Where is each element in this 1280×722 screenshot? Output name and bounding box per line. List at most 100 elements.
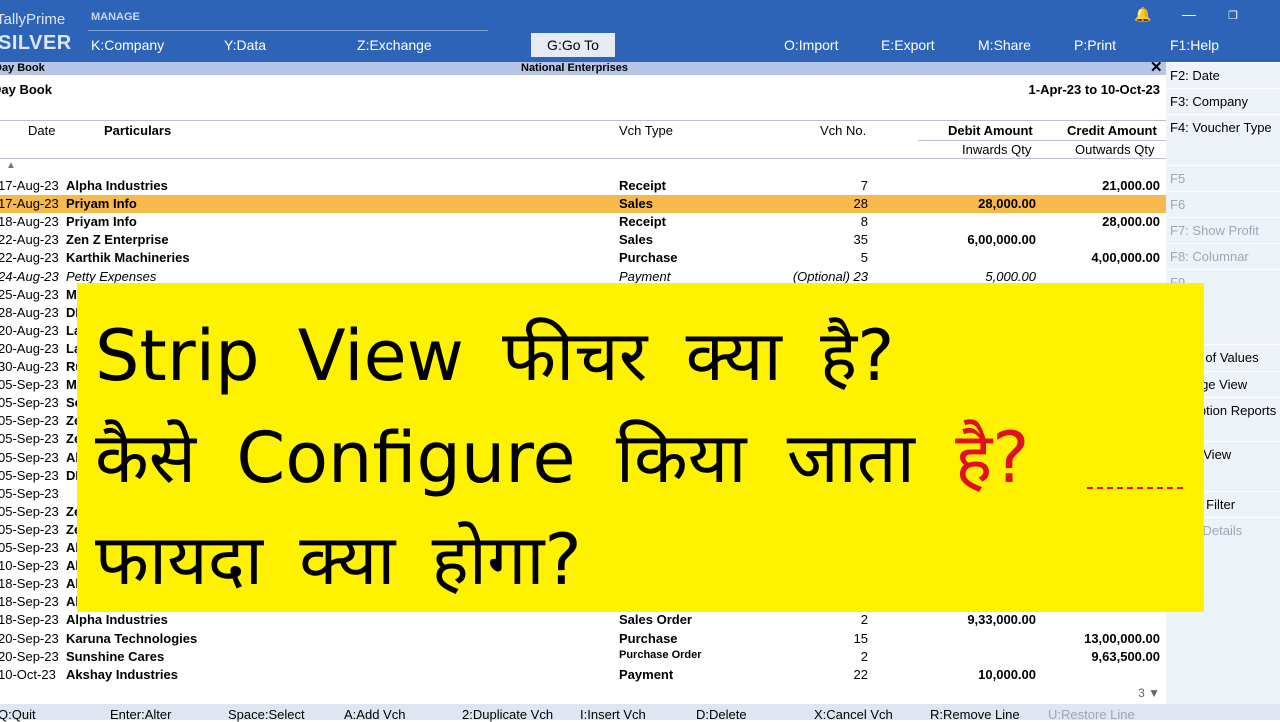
restore-icon[interactable]: ❐ bbox=[1228, 9, 1238, 22]
menu-help[interactable]: F1:Help bbox=[1170, 37, 1219, 53]
row-date: 17-Aug-23 bbox=[0, 196, 59, 211]
row-date: 30-Aug-23 bbox=[0, 359, 59, 374]
side-button-f2-date[interactable]: F2: Date bbox=[1166, 62, 1280, 87]
row-vch-no: (Optional) 23 bbox=[792, 269, 868, 284]
row-credit: 4,00,000.00 bbox=[1091, 250, 1160, 265]
strip-company-name: National Enterprises bbox=[521, 62, 628, 74]
row-particulars: Karthik Machineries bbox=[66, 250, 190, 265]
row-credit: 9,63,500.00 bbox=[1091, 649, 1160, 664]
row-vch-no: 7 bbox=[860, 178, 868, 193]
header-divider-bottom bbox=[0, 158, 1166, 159]
row-date: 05-Sep-23 bbox=[0, 504, 59, 519]
row-date: 05-Sep-23 bbox=[0, 468, 59, 483]
overlay-line-3: फायदा क्या होगा? bbox=[95, 519, 582, 601]
row-date: 20-Aug-23 bbox=[0, 341, 59, 356]
close-icon[interactable]: ✕ bbox=[1150, 58, 1163, 76]
row-debit: 28,000.00 bbox=[978, 196, 1036, 211]
row-vch-no: 22 bbox=[853, 667, 868, 682]
row-vch-type: Sales bbox=[619, 232, 653, 247]
row-vch-type: Sales Order bbox=[619, 612, 692, 627]
table-row[interactable]: 18-Aug-23 Priyam Info Receipt 8 28,000.00 bbox=[0, 213, 1166, 231]
row-date: 20-Sep-23 bbox=[0, 631, 59, 646]
page-number: 3 ▼ bbox=[1138, 686, 1160, 700]
row-date: 24-Aug-23 bbox=[0, 269, 59, 284]
row-particulars: Akshay Industries bbox=[66, 667, 178, 682]
row-vch-type: Payment bbox=[619, 269, 671, 284]
table-row[interactable]: 17-Aug-23 Alpha Industries Receipt 7 21,000.… bbox=[0, 177, 1166, 195]
app-brand: TallyPrime bbox=[0, 11, 66, 28]
row-particulars: Alpha Industries bbox=[66, 178, 168, 193]
manage-divider bbox=[88, 30, 488, 31]
report-title: Day Book bbox=[0, 82, 52, 97]
row-date: 05-Sep-23 bbox=[0, 431, 59, 446]
row-date: 28-Aug-23 bbox=[0, 305, 59, 320]
row-date: 17-Aug-23 bbox=[0, 178, 59, 193]
top-menu-bar: TallyPrime SILVER MANAGE K:Company Y:Dat… bbox=[0, 0, 1280, 62]
report-title-strip: Day Book National Enterprises bbox=[0, 62, 1166, 75]
app-edition: SILVER bbox=[0, 32, 72, 54]
header-divider-mid bbox=[918, 140, 1166, 141]
row-particulars: Karuna Technologies bbox=[66, 631, 198, 646]
row-vch-type: Receipt bbox=[619, 178, 666, 193]
row-vch-no: 8 bbox=[860, 214, 868, 229]
scroll-up-icon[interactable]: ▲ bbox=[6, 160, 16, 171]
side-button-f3-company[interactable]: F3: Company bbox=[1166, 88, 1280, 113]
col-header-debit: Debit Amount bbox=[948, 123, 1033, 138]
row-date: 05-Sep-23 bbox=[0, 540, 59, 555]
table-row[interactable]: 18-Sep-23 Alpha Industries Sales Order 2 9,3… bbox=[0, 611, 1166, 629]
col-header-date: Date bbox=[28, 123, 56, 138]
overlay-dashed-underline bbox=[1087, 487, 1183, 489]
col-header-outwards: Outwards Qty bbox=[1075, 142, 1155, 157]
menu-data[interactable]: Y:Data bbox=[224, 37, 266, 53]
overlay-line-1: Strip View फीचर क्या है? bbox=[95, 315, 895, 397]
table-row[interactable]: 22-Aug-23 Karthik Machineries Purchase 5 4,0… bbox=[0, 249, 1166, 267]
minimize-icon[interactable]: — bbox=[1182, 6, 1196, 22]
row-vch-no: 5 bbox=[860, 250, 868, 265]
menu-company[interactable]: K:Company bbox=[91, 37, 164, 53]
row-particulars: Priyam Info bbox=[66, 214, 137, 229]
side-button-f4-voucher-type[interactable]: F4: Voucher Type bbox=[1166, 114, 1280, 139]
title-overlay-banner: Strip View फीचर क्या है? कैसे Configure … bbox=[77, 283, 1204, 612]
row-date: 05-Sep-23 bbox=[0, 377, 59, 392]
strip-report-name: Day Book bbox=[0, 62, 45, 74]
row-date: 20-Sep-23 bbox=[0, 649, 59, 664]
table-row[interactable]: 20-Sep-23 Sunshine Cares Purchase Order 2 9,… bbox=[0, 648, 1166, 666]
row-vch-type: Payment bbox=[619, 667, 674, 682]
row-date: 05-Sep-23 bbox=[0, 395, 59, 410]
menu-exchange[interactable]: Z:Exchange bbox=[357, 37, 432, 53]
row-debit: 6,00,000.00 bbox=[967, 232, 1036, 247]
table-row[interactable]: 17-Aug-23 Priyam Info Sales 28 28,000.00 bbox=[0, 195, 1166, 213]
table-row[interactable]: 10-Oct-23 Akshay Industries Payment 22 10,00… bbox=[0, 666, 1166, 684]
row-date: 05-Sep-23 bbox=[0, 486, 59, 501]
row-particulars: Alpha Industries bbox=[66, 612, 168, 627]
table-row[interactable]: 22-Aug-23 Zen Z Enterprise Sales 35 6,00,000… bbox=[0, 231, 1166, 249]
menu-share[interactable]: M:Share bbox=[978, 37, 1031, 53]
row-date: 18-Sep-23 bbox=[0, 594, 59, 609]
col-header-vch-no: Vch No. bbox=[820, 123, 867, 138]
row-date: 22-Aug-23 bbox=[0, 250, 59, 265]
row-date: 18-Sep-23 bbox=[0, 612, 59, 627]
goto-button[interactable]: G:Go To bbox=[531, 33, 615, 57]
row-date: 22-Aug-23 bbox=[0, 232, 59, 247]
table-row[interactable]: 20-Sep-23 Karuna Technologies Purchase 15 13… bbox=[0, 630, 1166, 648]
menu-export[interactable]: E:Export bbox=[881, 37, 935, 53]
bell-icon[interactable]: 🔔 bbox=[1134, 6, 1151, 23]
row-particulars: Priyam Info bbox=[66, 196, 137, 211]
row-date: 10-Sep-23 bbox=[0, 558, 59, 573]
header-divider-top bbox=[0, 120, 1166, 121]
row-date: 18-Aug-23 bbox=[0, 214, 59, 229]
manage-section-label: MANAGE bbox=[91, 11, 140, 23]
col-header-vch-type: Vch Type bbox=[619, 123, 673, 138]
row-vch-type: Receipt bbox=[619, 214, 666, 229]
row-vch-no: 28 bbox=[853, 196, 868, 211]
row-date: 20-Aug-23 bbox=[0, 323, 59, 338]
report-period[interactable]: 1-Apr-23 to 10-Oct-23 bbox=[1029, 82, 1160, 97]
row-particulars: Sunshine Cares bbox=[66, 649, 165, 664]
row-date: 10-Oct-23 bbox=[0, 667, 56, 682]
menu-print[interactable]: P:Print bbox=[1074, 37, 1116, 53]
row-vch-type: Purchase Order bbox=[619, 649, 702, 661]
row-date: 05-Sep-23 bbox=[0, 413, 59, 428]
menu-import[interactable]: O:Import bbox=[784, 37, 838, 53]
row-vch-type: Purchase bbox=[619, 631, 678, 646]
row-date: 18-Sep-23 bbox=[0, 576, 59, 591]
